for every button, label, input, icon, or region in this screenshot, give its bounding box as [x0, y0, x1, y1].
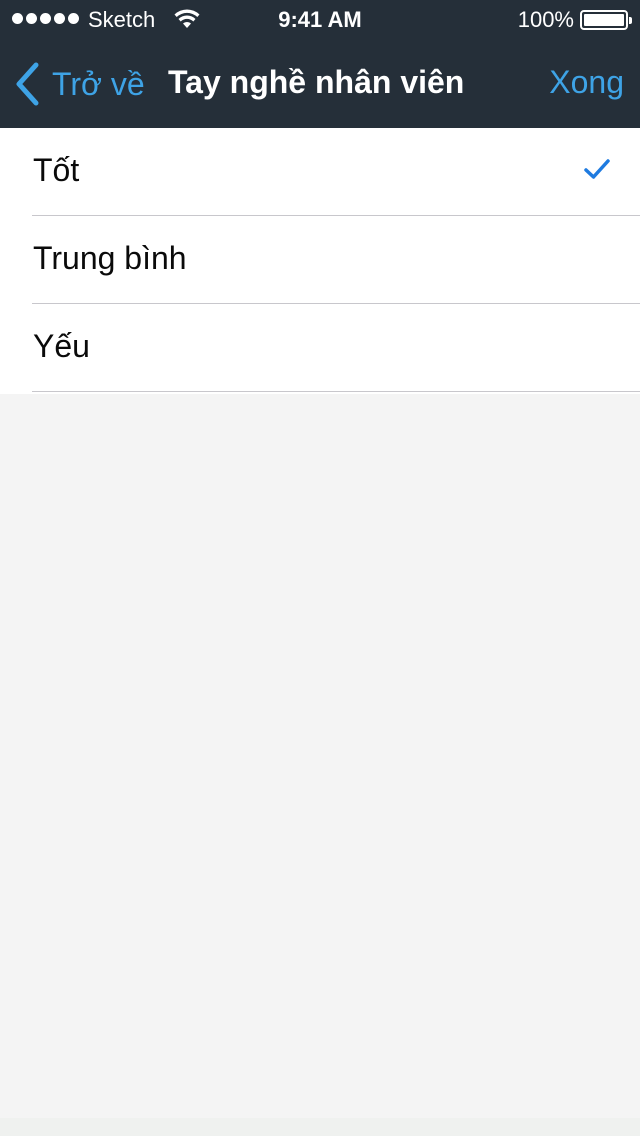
list-item-trung-binh[interactable]: Trung bình [0, 216, 640, 304]
list-item-label: Trung bình [33, 240, 187, 276]
back-button-label: Trở về [52, 65, 145, 102]
header: Sketch 9:41 AM 100% Trở về Tay nghề nhân… [0, 0, 640, 128]
checkmark-icon [584, 159, 610, 179]
battery-percentage: 100% [517, 7, 574, 32]
list-item-tot[interactable]: Tốt [0, 128, 640, 216]
back-button[interactable]: Trở về [14, 60, 145, 108]
chevron-left-icon [16, 62, 39, 106]
list-item-label: Yếu [33, 328, 90, 364]
list-item-yeu[interactable]: Yếu [0, 304, 640, 392]
navigation-bar: Trở về Tay nghề nhân viên Xong [0, 40, 640, 128]
done-button[interactable]: Xong [549, 64, 624, 101]
screen: Sketch 9:41 AM 100% Trở về Tay nghề nhân… [0, 0, 640, 1136]
divider [32, 391, 640, 392]
bottom-strip [0, 1118, 640, 1136]
option-list: Tốt Trung bình Yếu [0, 128, 640, 394]
list-item-label: Tốt [33, 152, 80, 188]
page-title: Tay nghề nhân viên [168, 64, 465, 100]
status-bar: Sketch 9:41 AM 100% [0, 0, 640, 40]
battery-icon [580, 10, 632, 30]
